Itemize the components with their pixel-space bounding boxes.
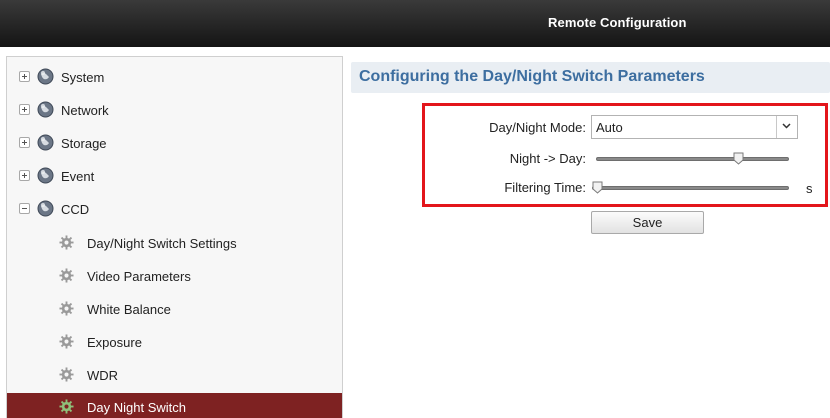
dropdown-button[interactable] xyxy=(776,116,797,138)
globe-icon xyxy=(37,68,54,85)
filtering-time-slider-thumb[interactable] xyxy=(592,181,603,194)
globe-icon xyxy=(37,200,54,217)
tree-item-label: White Balance xyxy=(87,302,171,317)
tree-item-label: Video Parameters xyxy=(87,269,191,284)
tree-item-label: WDR xyxy=(87,368,119,383)
day-night-mode-value: Auto xyxy=(596,120,623,135)
globe-icon xyxy=(37,167,54,184)
gear-icon xyxy=(59,268,74,283)
expand-icon[interactable] xyxy=(19,170,30,181)
chevron-down-icon xyxy=(782,123,791,129)
save-button[interactable]: Save xyxy=(591,211,704,234)
tree-item-label: Day Night Switch xyxy=(87,400,186,415)
tree-item-event[interactable]: Event xyxy=(7,162,342,190)
tree-item-label: Storage xyxy=(61,136,107,151)
tree-item-label: CCD xyxy=(61,202,90,217)
day-night-mode-label: Day/Night Mode: xyxy=(489,120,586,135)
tree-item-video-parameters[interactable]: Video Parameters xyxy=(7,262,342,290)
tree-item-label: Exposure xyxy=(87,335,142,350)
tree-item-day-night-switch-settings[interactable]: Day/Night Switch Settings xyxy=(7,229,342,257)
filtering-time-unit: s xyxy=(806,181,813,196)
gear-icon xyxy=(59,235,74,250)
tree-item-ccd[interactable]: CCD xyxy=(7,195,342,223)
expand-icon[interactable] xyxy=(19,137,30,148)
gear-icon xyxy=(59,399,74,414)
tree-item-label: Event xyxy=(61,169,95,184)
window-title: Remote Configuration xyxy=(548,15,687,30)
tree-item-label: System xyxy=(61,70,105,85)
section-title: Configuring the Day/Night Switch Paramet… xyxy=(351,62,830,93)
night-to-day-slider-track[interactable] xyxy=(596,157,789,161)
filtering-time-label: Filtering Time: xyxy=(504,180,586,195)
night-to-day-slider-thumb[interactable] xyxy=(733,152,744,165)
tree-item-white-balance[interactable]: White Balance xyxy=(7,295,342,323)
config-tree: System Network Storage Event CCD Day/Nig… xyxy=(6,56,343,418)
tree-item-storage[interactable]: Storage xyxy=(7,129,342,157)
tree-item-exposure[interactable]: Exposure xyxy=(7,328,342,356)
day-night-mode-select[interactable]: Auto xyxy=(591,115,798,139)
tree-item-label: Day/Night Switch Settings xyxy=(87,236,237,251)
tree-item-network[interactable]: Network xyxy=(7,96,342,124)
collapse-icon[interactable] xyxy=(19,203,30,214)
globe-icon xyxy=(37,134,54,151)
gear-icon xyxy=(59,334,74,349)
expand-icon[interactable] xyxy=(19,104,30,115)
expand-icon[interactable] xyxy=(19,71,30,82)
tree-item-day-night-switch[interactable]: Day Night Switch xyxy=(7,393,342,418)
tree-item-label: Network xyxy=(61,103,109,118)
window-title-bar: Remote Configuration xyxy=(0,0,830,47)
filtering-time-slider-track[interactable] xyxy=(592,186,789,190)
globe-icon xyxy=(37,101,54,118)
tree-item-system[interactable]: System xyxy=(7,63,342,91)
section-title-text: Configuring the Day/Night Switch Paramet… xyxy=(359,68,705,85)
night-to-day-label: Night -> Day: xyxy=(509,151,586,166)
tree-item-wdr[interactable]: WDR xyxy=(7,361,342,389)
gear-icon xyxy=(59,301,74,316)
gear-icon xyxy=(59,367,74,382)
